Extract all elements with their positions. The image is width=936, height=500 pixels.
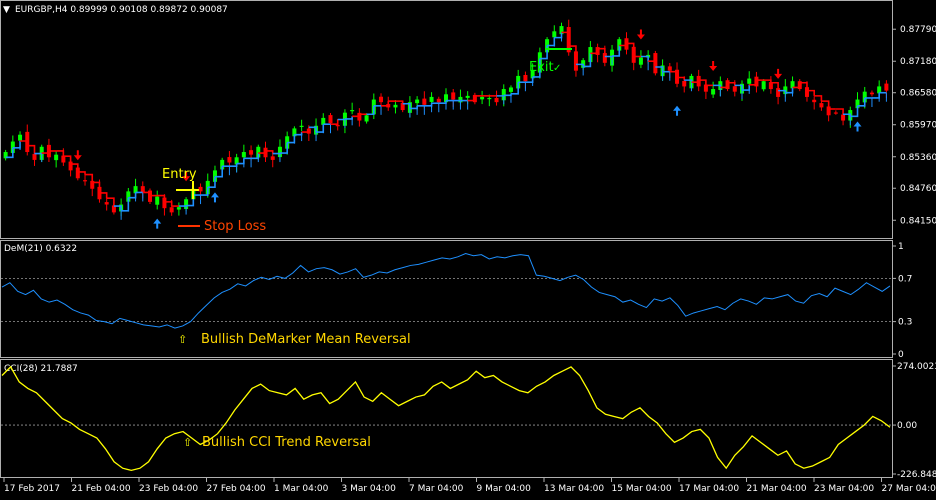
exit-check-icon: ✓	[553, 63, 561, 74]
arrow-down-icon	[709, 61, 717, 71]
candle	[271, 153, 275, 167]
arrow-up-icon	[153, 219, 161, 229]
trend-line-series	[6, 32, 887, 219]
candle	[509, 85, 513, 94]
stop-loss-label: Stop Loss	[204, 219, 266, 234]
arrow-down-icon	[74, 150, 82, 160]
time-tick-label: 23 Feb 04:00	[139, 484, 198, 494]
exit-label: Exit	[529, 60, 554, 75]
candle	[4, 150, 8, 160]
dem-tick-label: 1	[898, 242, 904, 252]
cci-line	[2, 367, 890, 471]
price-tick-label: 0.87180	[900, 57, 936, 67]
trend-line-segment	[879, 93, 886, 102]
demarker-panel[interactable]: DeM(21) 0.6322 ⇧ Bullish DeMarker Mean R…	[1, 242, 912, 360]
time-tick-label: 7 Mar 04:00	[409, 484, 464, 494]
candle	[83, 174, 87, 185]
menu-chevron-icon[interactable]: ▼	[3, 5, 10, 15]
candle	[105, 197, 109, 210]
candle	[812, 96, 816, 109]
trend-line-segment	[244, 158, 251, 167]
price-axis: 0.87790 0.87180 0.86580 0.85970 0.85360 0.847…	[892, 25, 936, 226]
candle	[25, 125, 29, 156]
price-panel[interactable]: ▼ EURGBP,H4 0.89999 0.90108 0.89872 0.90…	[3, 5, 936, 234]
cci-axis: 274.0023 0.00 -226.848	[892, 362, 936, 480]
price-tick-label: 0.85970	[900, 121, 936, 131]
chart-window[interactable]: ▼ EURGBP,H4 0.89999 0.90108 0.89872 0.90…	[0, 0, 936, 496]
time-tick-label: 13 Mar 04:00	[544, 484, 604, 494]
dem-tick-label: 0.7	[898, 274, 912, 284]
time-tick-label: 27 Mar 04:00	[882, 484, 936, 494]
arrow-down-icon	[774, 69, 782, 79]
candle	[870, 91, 874, 97]
entry-label: Entry	[162, 167, 197, 182]
cci-tick-label: -226.848	[897, 470, 936, 480]
candle	[357, 108, 361, 126]
dem-annotation: Bullish DeMarker Mean Reversal	[201, 332, 411, 347]
symbol-header: EURGBP,H4 0.89999 0.90108 0.89872 0.9008…	[15, 5, 228, 15]
time-tick-label: 21 Feb 04:00	[72, 484, 131, 494]
candle	[300, 120, 304, 131]
time-tick-label: 9 Mar 04:00	[477, 484, 532, 494]
trend-line-segment	[432, 103, 439, 112]
cci-annotation: Bullish CCI Trend Reversal	[202, 435, 371, 450]
candlestick-series	[4, 20, 889, 216]
time-axis: 17 Feb 2017 21 Feb 04:00 23 Feb 04:00 27 Fe…	[4, 478, 936, 494]
candle	[227, 151, 231, 167]
demarker-axis: 1 0.7 0.3 0	[892, 242, 912, 360]
time-tick-label: 15 Mar 04:00	[612, 484, 672, 494]
candle	[54, 151, 58, 167]
trend-line-segment	[417, 106, 424, 115]
trend-line-segment	[229, 164, 236, 173]
arrow-up-icon	[854, 122, 862, 132]
time-tick-label: 23 Mar 04:00	[814, 484, 874, 494]
trend-line-segment	[136, 192, 143, 201]
candle	[495, 91, 499, 106]
time-tick-label: 27 Feb 04:00	[207, 484, 266, 494]
candle	[480, 91, 484, 104]
dem-annotation-arrow-icon: ⇧	[178, 333, 187, 346]
dem-tick-label: 0.3	[898, 318, 912, 328]
time-tick-label: 1 Mar 04:00	[274, 484, 329, 494]
candle	[639, 50, 643, 68]
candle	[769, 76, 773, 94]
time-tick-label: 17 Mar 04:00	[679, 484, 739, 494]
arrow-up-icon	[673, 106, 681, 116]
time-tick-label: 17 Feb 2017	[4, 484, 60, 494]
demarker-line	[2, 254, 890, 329]
time-tick-label: 3 Mar 04:00	[342, 484, 397, 494]
cci-tick-label: 274.0023	[897, 362, 936, 372]
cci-annotation-arrow-icon: ⇧	[183, 436, 192, 449]
trend-line-segment	[323, 124, 330, 133]
price-tick-label: 0.86580	[900, 89, 936, 99]
time-tick-label: 21 Mar 04:00	[747, 484, 807, 494]
candle	[393, 100, 397, 113]
cci-panel-border	[1, 360, 893, 478]
candle	[350, 103, 354, 114]
main-panel-border	[1, 1, 893, 239]
dem-tick-label: 0	[898, 350, 904, 360]
dem-header: DeM(21) 0.6322	[4, 244, 77, 254]
cci-header: CCI(28) 21.7887	[4, 364, 78, 374]
arrow-up-icon	[211, 192, 219, 202]
price-tick-label: 0.84760	[900, 184, 936, 194]
arrow-down-icon	[637, 30, 645, 40]
cci-panel[interactable]: CCI(28) 21.7887 ⇧ Bullish CCI Trend Reve…	[1, 362, 936, 480]
price-tick-label: 0.87790	[900, 25, 936, 35]
candle	[155, 191, 159, 210]
price-tick-label: 0.84150	[900, 216, 936, 226]
candle	[834, 110, 838, 114]
candle	[711, 82, 715, 98]
candle	[177, 202, 181, 215]
cci-tick-label: 0.00	[897, 421, 917, 431]
price-tick-label: 0.85360	[900, 153, 936, 163]
